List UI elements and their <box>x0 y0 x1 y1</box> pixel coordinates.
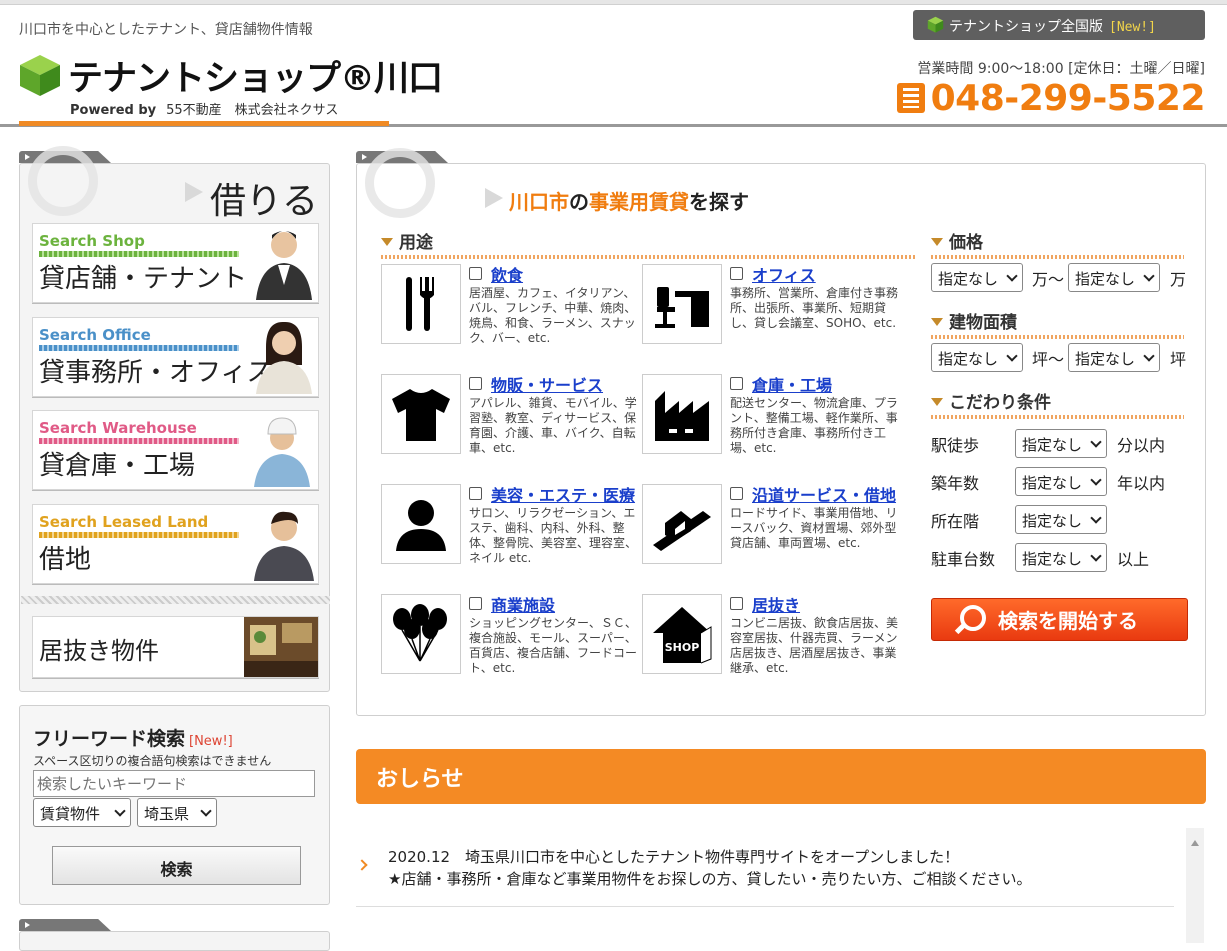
cond-label-walk: 駅徒歩 <box>931 436 980 455</box>
news-heading: おしらせ <box>356 749 1206 804</box>
use-item-roadside[interactable]: 沿道サービス・借地 ロードサイド、事業用借地、リースバック、資材置場、郊外型貸店… <box>642 484 898 574</box>
use-item-restaurant[interactable]: 飲食 居酒屋、カフェ、イタリアン、バル、フレンチ、中華、焼肉、焼鳥、和食、ラーメ… <box>381 264 636 354</box>
national-site-badge[interactable]: テナントショップ全国版 [New!] <box>913 10 1205 40</box>
chevron-down-icon <box>1006 270 1018 282</box>
price-min-select[interactable]: 指定なし <box>931 263 1023 292</box>
person-icon <box>396 500 446 551</box>
shop-interior-icon <box>244 617 318 677</box>
use-heading: 用途 <box>381 228 916 259</box>
use-item-commercial[interactable]: 商業施設 ショッピングセンター、ＳＣ、複合施設、モール、スーパー、百貨店、複合店… <box>381 594 637 684</box>
start-search-button[interactable]: 検索を開始する <box>931 598 1188 641</box>
business-rental-search-panel: 川口市の事業用賃貸を探す 用途 飲食 居酒屋、カフェ、イタリアン、バル、フレンチ… <box>356 148 1206 716</box>
site-tagline: 川口市を中心としたテナント、貸店舗物件情報 <box>19 22 313 38</box>
logo-text: テナントショップ®川口 <box>68 59 443 99</box>
search-title: 川口市の事業用賃貸を探す <box>509 190 749 214</box>
phone-icon <box>896 83 925 113</box>
checkbox-warehouse[interactable] <box>730 377 743 390</box>
roadside-icon <box>653 511 711 551</box>
next-panel <box>19 931 330 951</box>
cutlery-icon <box>406 277 434 331</box>
person-helmet-icon <box>254 417 310 487</box>
news-scrollbar[interactable] <box>1186 828 1204 943</box>
keyword-search-button[interactable]: 検索 <box>52 846 301 885</box>
divider-stripe <box>21 596 330 604</box>
magnifier-watermark-icon <box>365 148 435 218</box>
checkbox-commercial[interactable] <box>469 597 482 610</box>
news-item: 2020.12 埼玉県川口市を中心としたテナント物件専門サイトをオープンしました… <box>356 832 1174 907</box>
keyword-input[interactable] <box>33 770 315 797</box>
card-search-leased-land[interactable]: Search Leased Land 借地 <box>32 504 319 584</box>
chevron-down-icon <box>1090 436 1102 448</box>
price-max-select[interactable]: 指定なし <box>1068 263 1160 292</box>
use-item-retail[interactable]: 物販・サービス アパレル、雑貨、モバイル、学習塾、教室、ディサービス、保育園、介… <box>381 374 637 464</box>
use-item-office[interactable]: オフィス 事務所、営業所、倉庫付き事務所、出張所、事業所、短期貸し、貸し会議室、… <box>642 264 898 354</box>
checkbox-office[interactable] <box>730 267 743 280</box>
price-heading: 価格 <box>931 228 1184 259</box>
parking-select[interactable]: 指定なし <box>1015 543 1107 572</box>
checkbox-roadside[interactable] <box>730 487 743 500</box>
search-icon <box>960 605 986 631</box>
chevron-right-icon <box>356 859 368 871</box>
area-heading: 建物面積 <box>931 308 1184 339</box>
area-max-select[interactable]: 指定なし <box>1068 343 1160 372</box>
card-search-shop[interactable]: Search Shop 貸店舗・テナント <box>32 223 319 303</box>
area-min-select[interactable]: 指定なし <box>931 343 1023 372</box>
arrow-right-icon <box>485 188 503 208</box>
chevron-down-icon <box>1143 350 1155 362</box>
checkbox-beauty[interactable] <box>469 487 482 500</box>
chevron-down-icon <box>1090 550 1102 562</box>
use-item-inuki[interactable]: SHOP 居抜き コンビニ居抜、飲食店居抜、美容室居抜、什器売買、ラーメン店居抜… <box>642 594 898 684</box>
checkbox-retail[interactable] <box>469 377 482 390</box>
news-line-1: 2020.12 埼玉県川口市を中心としたテナント物件専門サイトをオープンしました… <box>388 848 960 866</box>
checkbox-inuki[interactable] <box>730 597 743 610</box>
magnifier-watermark-icon <box>28 146 98 216</box>
card-inuki[interactable]: 居抜き物件 <box>32 616 319 678</box>
balloons-icon <box>393 604 447 662</box>
panel-tab <box>19 919 111 931</box>
green-cube-icon <box>927 16 944 33</box>
powered-by: Powered by 55不動産 株式会社ネクサス <box>70 103 339 118</box>
rent-panel: 借りる Search Shop 貸店舗・テナント Search Office 貸… <box>19 146 330 692</box>
free-word-note: スペース区切りの複合語句検索はできません <box>33 754 272 768</box>
chevron-down-icon <box>114 805 126 817</box>
person-man-icon <box>254 511 314 581</box>
chevron-down-icon <box>1090 474 1102 486</box>
arrow-right-icon <box>185 182 203 202</box>
phone-number[interactable]: 048-299-5522 <box>896 78 1206 119</box>
news-line-2: ★店舗・事務所・倉庫など事業用物件をお探しの方、貸したい・売りたい方、ご相談くだ… <box>388 870 1032 888</box>
building-age-select[interactable]: 指定なし <box>1015 467 1107 496</box>
tshirt-icon <box>392 389 450 441</box>
rent-title: 借りる <box>210 181 319 222</box>
chevron-down-icon <box>1090 512 1102 524</box>
chevron-down-icon <box>1143 270 1155 282</box>
person-woman-icon <box>256 321 312 394</box>
site-header: 川口市を中心としたテナント、貸店舗物件情報 テナントショップ®川口 Powere… <box>0 5 1227 128</box>
checkbox-restaurant[interactable] <box>469 267 482 280</box>
use-item-warehouse[interactable]: 倉庫・工場 配送センター、物流倉庫、プラント、整備工場、軽作業所、事務所付き倉庫… <box>642 374 898 464</box>
powered-company: 55不動産 株式会社ネクサス <box>166 103 339 118</box>
floor-select[interactable]: 指定なし <box>1015 505 1107 534</box>
use-item-beauty[interactable]: 美容・エステ・医療 サロン、リラクゼーション、エステ、歯科、内科、外科、整体、整… <box>381 484 637 574</box>
free-word-title: フリーワード検索 [New!] <box>33 728 233 750</box>
free-word-search-panel: フリーワード検索[New!] スペース区切りの複合語句検索はできません 賃貸物件… <box>19 705 330 905</box>
chevron-down-icon <box>200 805 212 817</box>
factory-icon <box>655 391 709 441</box>
cond-label-parking: 駐車台数 <box>931 550 996 569</box>
office-desk-icon <box>655 287 709 328</box>
chevron-down-icon <box>1006 350 1018 362</box>
cond-label-age: 築年数 <box>931 474 980 493</box>
cond-label-floor: 所在階 <box>931 512 980 531</box>
walk-minutes-select[interactable]: 指定なし <box>1015 429 1107 458</box>
card-search-warehouse[interactable]: Search Warehouse 貸倉庫・工場 <box>32 410 319 490</box>
prefecture-select[interactable]: 埼玉県 <box>137 798 217 827</box>
green-cube-icon <box>20 55 60 96</box>
business-hours: 営業時間 9:00～18:00 [定休日：土曜／日曜] <box>917 61 1205 77</box>
property-type-select[interactable]: 賃貸物件 <box>33 798 131 827</box>
conditions-heading: こだわり条件 <box>931 388 1184 419</box>
card-search-office[interactable]: Search Office 貸事務所・オフィス <box>32 317 319 397</box>
person-phone-icon <box>256 231 312 300</box>
header-accent <box>19 121 389 126</box>
shop-house-icon: SHOP <box>653 607 712 664</box>
svg-text:SHOP: SHOP <box>665 641 700 654</box>
